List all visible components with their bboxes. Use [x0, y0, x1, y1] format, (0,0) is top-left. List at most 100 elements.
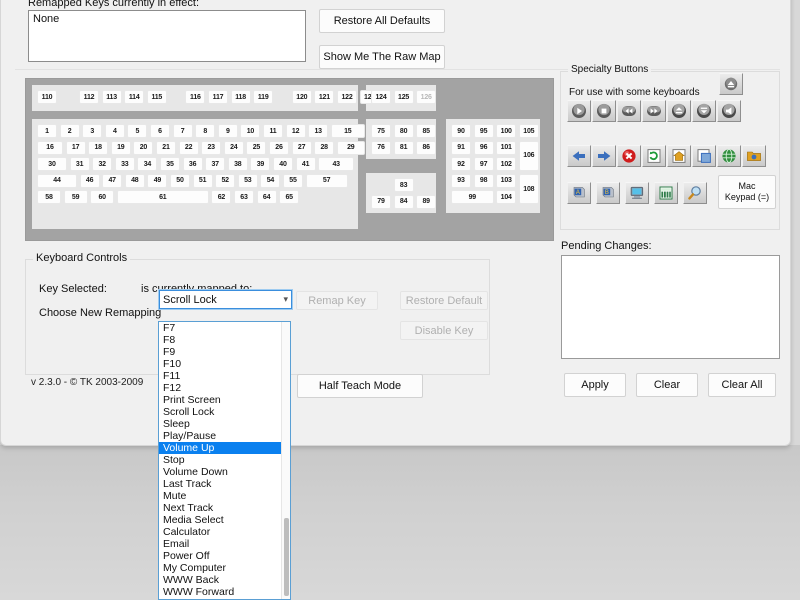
key-52[interactable]: 52 [215, 173, 236, 188]
play-icon-button[interactable] [567, 100, 591, 122]
key-15[interactable]: 15 [330, 124, 365, 138]
key-86[interactable]: 86 [416, 140, 437, 155]
key-19[interactable]: 19 [110, 140, 131, 155]
key-35[interactable]: 35 [160, 157, 180, 172]
dropdown-scrollbar[interactable] [281, 322, 290, 599]
mac-keypad-button[interactable]: Mac Keypad (=) [718, 175, 776, 209]
volume-down-icon-button[interactable] [692, 100, 716, 122]
key-85[interactable]: 85 [416, 124, 437, 138]
key-33[interactable]: 33 [114, 157, 135, 172]
dropdown-option[interactable]: Power Off [159, 550, 281, 562]
key-36[interactable]: 36 [182, 157, 203, 172]
dropdown-option[interactable]: F9 [159, 346, 281, 358]
key-75[interactable]: 75 [371, 124, 391, 138]
web-globe-icon-button[interactable] [717, 145, 741, 167]
key-23[interactable]: 23 [201, 140, 222, 155]
key-29[interactable]: 29 [336, 140, 365, 155]
key-12[interactable]: 12 [285, 124, 306, 138]
key-89[interactable]: 89 [416, 194, 437, 209]
key-114[interactable]: 114 [124, 90, 145, 104]
key-118[interactable]: 118 [230, 90, 251, 104]
remapped-keys-list[interactable]: None [28, 10, 306, 62]
key-103[interactable]: 103 [496, 173, 517, 188]
dropdown-option[interactable]: F12 [159, 382, 281, 394]
key-48[interactable]: 48 [124, 173, 145, 188]
key-62[interactable]: 62 [211, 190, 232, 205]
key-63[interactable]: 63 [234, 190, 254, 205]
dropdown-option[interactable]: Volume Up [159, 442, 281, 454]
key-124[interactable]: 124 [371, 90, 391, 104]
key-30[interactable]: 30 [37, 157, 67, 172]
key-16[interactable]: 16 [37, 140, 63, 155]
key-4[interactable]: 4 [104, 124, 125, 138]
dropdown-option[interactable]: Play/Pause [159, 430, 281, 442]
key-110[interactable]: 110 [37, 90, 57, 104]
clear-button[interactable]: Clear [636, 373, 698, 397]
key-54[interactable]: 54 [260, 173, 281, 188]
app-two-icon-button[interactable]: B [596, 182, 620, 204]
key-119[interactable]: 119 [253, 90, 274, 104]
key-20[interactable]: 20 [133, 140, 154, 155]
dropdown-option[interactable]: My Computer [159, 562, 281, 574]
key-93[interactable]: 93 [451, 173, 471, 188]
key-91[interactable]: 91 [451, 140, 471, 155]
restore-default-button[interactable]: Restore Default [400, 291, 488, 310]
dropdown-option[interactable]: WWW Forward [159, 586, 281, 598]
media-folder-icon-button[interactable] [742, 145, 766, 167]
key-6[interactable]: 6 [150, 124, 170, 138]
key-55[interactable]: 55 [283, 173, 303, 188]
key-27[interactable]: 27 [291, 140, 312, 155]
key-95[interactable]: 95 [473, 124, 494, 138]
key-31[interactable]: 31 [69, 157, 90, 172]
back-arrow-icon-button[interactable] [567, 145, 591, 167]
dropdown-option[interactable]: WWW Back [159, 574, 281, 586]
key-121[interactable]: 121 [314, 90, 335, 104]
key-99[interactable]: 99 [451, 190, 494, 205]
key-120[interactable]: 120 [291, 90, 312, 104]
key-100[interactable]: 100 [496, 124, 517, 138]
key-60[interactable]: 60 [90, 190, 115, 205]
dropdown-option[interactable]: Email [159, 538, 281, 550]
dropdown-option[interactable]: F7 [159, 322, 281, 334]
remapping-combobox[interactable]: Scroll Lock ▾ [158, 289, 293, 310]
key-3[interactable]: 3 [82, 124, 103, 138]
key-25[interactable]: 25 [246, 140, 267, 155]
key-50[interactable]: 50 [170, 173, 190, 188]
key-105[interactable]: 105 [518, 124, 539, 138]
key-5[interactable]: 5 [127, 124, 148, 138]
key-49[interactable]: 49 [147, 173, 168, 188]
key-96[interactable]: 96 [473, 140, 494, 155]
key-34[interactable]: 34 [137, 157, 158, 172]
key-125[interactable]: 125 [393, 90, 414, 104]
fast-forward-icon-button[interactable] [642, 100, 666, 122]
key-101[interactable]: 101 [496, 140, 517, 155]
key-44[interactable]: 44 [37, 173, 77, 188]
key-84[interactable]: 84 [393, 194, 414, 209]
key-80[interactable]: 80 [393, 124, 414, 138]
key-38[interactable]: 38 [227, 157, 248, 172]
key-10[interactable]: 10 [240, 124, 261, 138]
rewind-icon-button[interactable] [617, 100, 641, 122]
key-17[interactable]: 17 [65, 140, 86, 155]
clear-all-button[interactable]: Clear All [708, 373, 776, 397]
key-115[interactable]: 115 [146, 90, 167, 104]
key-92[interactable]: 92 [451, 157, 471, 172]
app-one-icon-button[interactable]: A [567, 182, 591, 204]
key-13[interactable]: 13 [308, 124, 329, 138]
remapping-dropdown-list[interactable]: F7 F8 F9 F10 F11 F12 Print Screen Scroll Lock Sl… [158, 321, 291, 600]
key-76[interactable]: 76 [371, 140, 391, 155]
disable-key-button[interactable]: Disable Key [400, 321, 488, 340]
key-41[interactable]: 41 [295, 157, 316, 172]
key-11[interactable]: 11 [263, 124, 283, 138]
key-104[interactable]: 104 [496, 190, 517, 205]
key-81[interactable]: 81 [393, 140, 414, 155]
dropdown-option[interactable]: Scroll Lock [159, 406, 281, 418]
dropdown-option[interactable]: Last Track [159, 478, 281, 490]
dropdown-option[interactable]: F8 [159, 334, 281, 346]
home-icon-button[interactable] [667, 145, 691, 167]
key-37[interactable]: 37 [205, 157, 226, 172]
key-108[interactable]: 108 [518, 173, 539, 205]
key-64[interactable]: 64 [256, 190, 277, 205]
key-39[interactable]: 39 [250, 157, 271, 172]
browser-stop-icon-button[interactable] [617, 145, 641, 167]
